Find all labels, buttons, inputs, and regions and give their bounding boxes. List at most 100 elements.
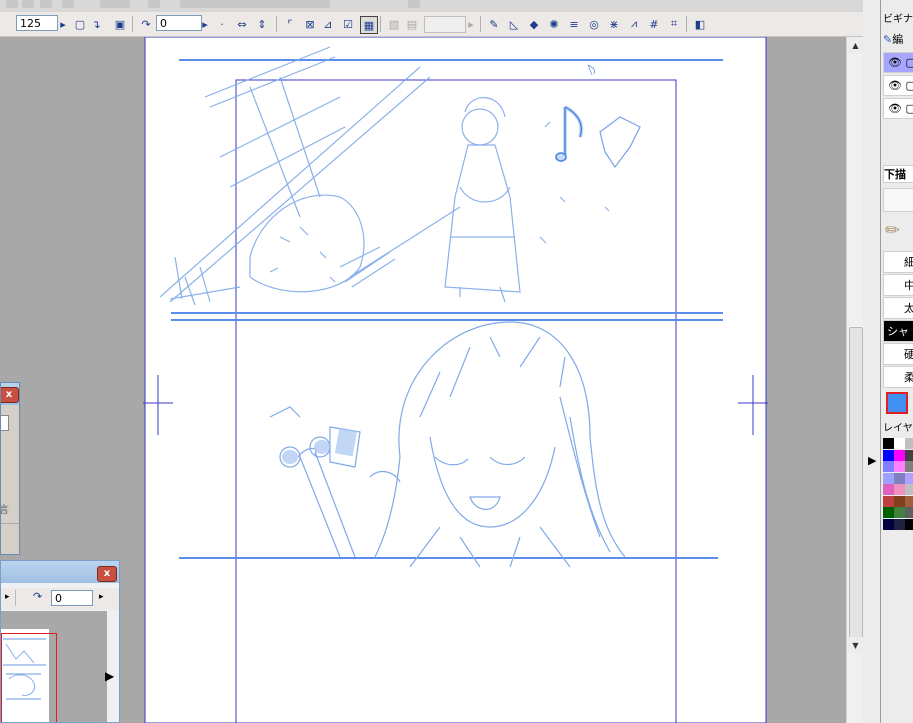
crosshatch-icon[interactable]: ⌗ — [666, 16, 682, 32]
navigator-viewport[interactable] — [1, 633, 57, 722]
palette-swatch[interactable] — [905, 518, 913, 530]
panel-gap — [863, 0, 880, 723]
right-panel: ビギナ ✎編 👁 ▢ 👁 ▢ 👁 ▢ 下描 ✏ 細 中 太 シャ 硬 柔 レイヤ — [880, 0, 913, 723]
panel-expand-arrow-icon[interactable]: ▶ — [868, 454, 876, 467]
palette-swatch[interactable] — [905, 484, 913, 495]
palette-swatch[interactable] — [894, 484, 905, 495]
navigator-preview[interactable] — [1, 611, 107, 722]
zoom-dropdown-icon[interactable]: ▸ — [58, 16, 68, 32]
palette-swatch[interactable] — [905, 449, 913, 461]
radial-icon[interactable]: ✺ — [546, 16, 562, 32]
pencil-preview-icon: ✏ — [885, 220, 901, 241]
page-icon[interactable]: ▢ — [72, 16, 88, 32]
palette-swatch[interactable] — [905, 438, 913, 449]
transform-icon[interactable]: ⊠ — [302, 16, 318, 32]
flip-horizontal-icon[interactable]: ⇔ — [234, 16, 250, 32]
palette-swatch[interactable] — [905, 495, 913, 507]
nav-dropdown-icon[interactable]: ▸ — [5, 592, 10, 602]
palette-swatch[interactable] — [883, 518, 894, 530]
zoom-input[interactable]: 125 — [16, 15, 58, 31]
brush-soft[interactable]: 柔 — [883, 366, 913, 388]
parallel-lines-icon[interactable]: ≡ — [566, 16, 582, 32]
palette-swatch[interactable] — [883, 495, 894, 507]
nav-rotation-input[interactable]: 0 — [51, 590, 93, 606]
selection-icon[interactable]: ▦ — [360, 16, 378, 34]
close-icon[interactable]: x — [1, 387, 19, 403]
scroll-down-icon[interactable]: ▼ — [847, 637, 864, 653]
disabled-field — [424, 16, 466, 33]
disabled-tool-icon: ▧ — [388, 17, 400, 31]
palette-swatch[interactable] — [894, 518, 905, 530]
tab-subtool[interactable]: 下描 — [883, 165, 913, 183]
panel-toggle-icon[interactable]: ◧ — [692, 16, 708, 32]
layer-row-2[interactable]: 👁 ▢ — [883, 75, 913, 96]
layer-color-label: レイヤ — [883, 423, 913, 434]
dot-icon[interactable]: · — [214, 16, 230, 32]
brush-hard[interactable]: 硬 — [883, 343, 913, 365]
eye-icon[interactable]: 👁 — [884, 102, 902, 115]
concentric-icon[interactable]: ◎ — [586, 16, 602, 32]
palette-swatch[interactable] — [883, 449, 894, 461]
nav-rotation-dropdown-icon[interactable]: ▸ — [99, 592, 104, 602]
edit-row[interactable]: ✎編 — [883, 30, 913, 51]
scroll-up-icon[interactable]: ▲ — [847, 37, 864, 53]
rotate-page-icon[interactable]: ↴ — [88, 16, 104, 32]
vertical-scrollbar[interactable]: ▲ ▼ — [846, 37, 864, 723]
grid-icon[interactable]: # — [646, 16, 662, 32]
window-field[interactable] — [1, 415, 9, 431]
palette-swatch[interactable] — [894, 507, 905, 518]
layer-row-1[interactable]: 👁 ▢ — [883, 52, 913, 73]
brush-thick[interactable]: 太 — [883, 297, 913, 319]
eye-icon[interactable]: 👁 — [884, 79, 902, 92]
flip-page-icon[interactable]: ▣ — [112, 16, 128, 32]
disabled-dropdown-icon: ▸ — [468, 17, 474, 31]
palette-swatch[interactable] — [894, 438, 905, 449]
layer-panel-title: ビギナ — [883, 14, 913, 25]
palette-swatch[interactable] — [905, 507, 913, 518]
manga-page — [144, 37, 767, 723]
palette-swatch[interactable] — [883, 461, 894, 472]
palette-swatch[interactable] — [883, 438, 894, 449]
brush-sharp[interactable]: シャ — [883, 320, 913, 342]
disabled-tool-icon-2: ▤ — [406, 17, 418, 31]
brush-thin[interactable]: 細 — [883, 251, 913, 273]
palette-swatch[interactable] — [883, 484, 894, 495]
scale-icon[interactable]: ⊿ — [320, 16, 336, 32]
close-icon[interactable]: x — [97, 566, 117, 582]
frame-icon[interactable]: ⌜ — [282, 16, 298, 32]
flip-vertical-icon[interactable]: ⇕ — [254, 16, 270, 32]
scrollbar-thumb[interactable] — [849, 327, 863, 649]
nav-expand-arrow-icon[interactable]: ▶ — [105, 669, 114, 683]
palette-swatch[interactable] — [905, 461, 913, 472]
check-icon[interactable]: ☑ — [340, 16, 356, 32]
current-color-swatch[interactable] — [886, 392, 908, 414]
palette-swatch[interactable] — [894, 449, 905, 461]
rotate-canvas-icon[interactable]: ↷ — [138, 16, 154, 32]
palette-swatch[interactable] — [883, 507, 894, 518]
brush-medium[interactable]: 中 — [883, 274, 913, 296]
navigator-window: x ▸ ↷ 0 ▸ ▶ — [0, 560, 120, 723]
subtool-field[interactable] — [883, 188, 913, 212]
palette-swatch[interactable] — [894, 472, 905, 484]
rotation-dropdown-icon[interactable]: ▸ — [200, 16, 210, 32]
rotation-input[interactable]: 0 — [156, 15, 202, 31]
cube-icon[interactable]: ◆ — [526, 16, 542, 32]
ruler-icon[interactable]: ◺ — [506, 16, 522, 32]
palette-swatch[interactable] — [894, 461, 905, 472]
main-toolbar: 125 ▸ ▢ ↴ ▣ ↷ 0 ▸ · ⇔ ⇕ ⌜ ⊠ ⊿ ☑ ▦ ▧ ▤ ▸ … — [0, 12, 866, 37]
canvas-area[interactable] — [0, 37, 846, 723]
pen-icon[interactable]: ✎ — [486, 16, 502, 32]
palette-swatch[interactable] — [883, 472, 894, 484]
eye-icon[interactable]: 👁 — [884, 56, 902, 69]
page-canvas[interactable] — [0, 37, 846, 723]
small-floating-window: x 言 — [0, 382, 20, 555]
palette-swatch[interactable] — [894, 495, 905, 507]
pencil-icon: ✎ — [883, 33, 893, 46]
radial-lines-icon[interactable]: ⋇ — [606, 16, 622, 32]
palette-swatch[interactable] — [905, 472, 913, 484]
navigator-toolbar: ▸ ↷ 0 ▸ — [1, 588, 119, 610]
layer-row-3[interactable]: 👁 ▢ — [883, 98, 913, 119]
nav-rotate-icon[interactable]: ↷ — [33, 590, 42, 603]
window-text: 言 — [0, 505, 9, 516]
perspective-icon[interactable]: ⩘ — [626, 16, 642, 32]
